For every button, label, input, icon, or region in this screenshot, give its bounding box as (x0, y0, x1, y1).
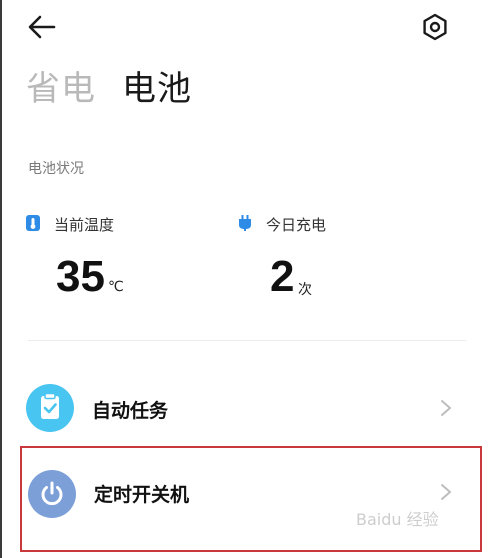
charges-today-unit: 次 (298, 282, 312, 298)
list-item-auto-tasks[interactable]: 自动任务 (20, 366, 482, 450)
scheduled-power-icon-circle (28, 470, 76, 518)
watermark: Baidu 经验 (356, 510, 439, 529)
back-button[interactable] (26, 12, 60, 42)
section-title: 电池状况 (28, 161, 84, 177)
charges-today-value: 2 (270, 252, 295, 301)
temperature-value: 35 (56, 252, 105, 301)
temperature-label: 当前温度 (54, 216, 115, 234)
chevron-right-icon (441, 400, 451, 416)
hexagon-gear-icon (423, 13, 447, 41)
clipboard-check-icon (41, 392, 59, 419)
divider (28, 340, 466, 341)
temperature-unit: ℃ (108, 279, 124, 295)
charges-today-label: 今日充电 (266, 216, 327, 234)
tab-battery[interactable]: 电池 (122, 66, 192, 112)
list-item-scheduled-power[interactable]: 定时开关机 (20, 446, 482, 552)
power-icon (41, 481, 63, 506)
arrow-left-icon (28, 15, 56, 39)
auto-tasks-icon-circle (26, 384, 74, 432)
tab-power-saving[interactable]: 省电 (26, 66, 96, 112)
left-edge-line (0, 0, 2, 558)
thermometer-icon (26, 215, 40, 231)
scheduled-power-label: 定时开关机 (94, 484, 190, 506)
settings-button[interactable] (420, 12, 450, 42)
auto-tasks-label: 自动任务 (92, 400, 169, 422)
chevron-right-icon (441, 484, 451, 500)
charging-plug-icon (239, 215, 251, 231)
